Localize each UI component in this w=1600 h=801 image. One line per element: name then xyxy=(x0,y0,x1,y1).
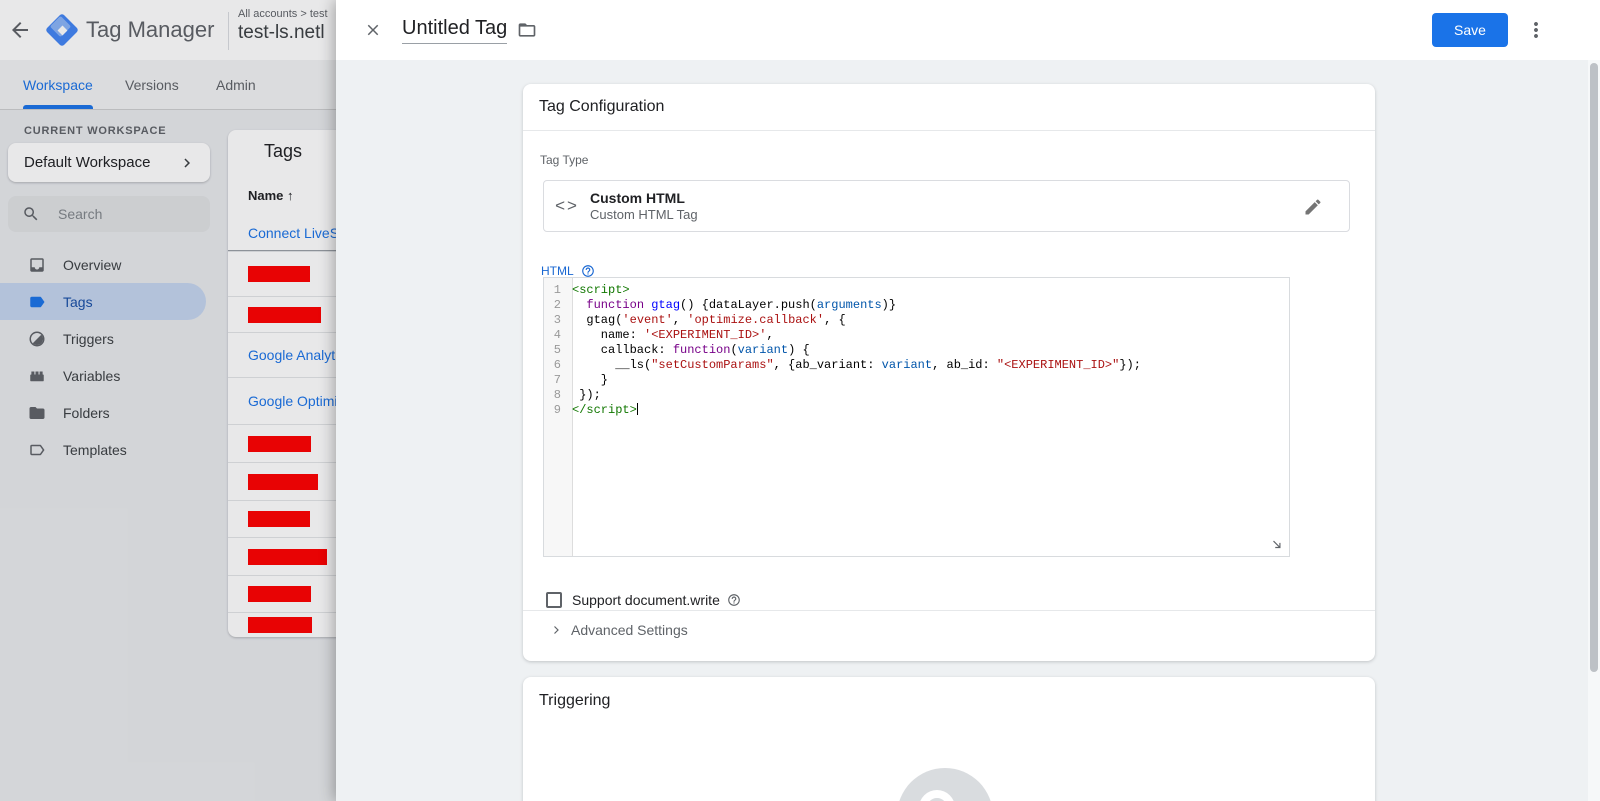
chevron-right-icon xyxy=(550,624,562,636)
tag-editor-header: Untitled Tag Save xyxy=(336,0,1600,60)
code-line: 4 name: '<EXPERIMENT_ID>', xyxy=(553,328,774,342)
help-icon[interactable] xyxy=(727,593,741,607)
help-icon[interactable] xyxy=(581,264,595,278)
code-line: 2 function gtag() {dataLayer.push(argume… xyxy=(553,298,897,312)
scrollbar-thumb[interactable] xyxy=(1590,63,1598,672)
tag-type-name: Custom HTML xyxy=(590,190,685,206)
triggering-card: Triggering xyxy=(523,677,1375,801)
support-document-write-label: Support document.write xyxy=(572,592,720,608)
support-document-write-checkbox[interactable] xyxy=(546,592,562,608)
html-code-editor[interactable]: 1 <script> 2 function gtag() {dataLayer.pu… xyxy=(543,277,1290,557)
advanced-settings-label: Advanced Settings xyxy=(571,622,688,638)
tag-editor-body: Tag Configuration Tag Type <> Custom HTM… xyxy=(336,60,1600,801)
support-document-write-row: Support document.write xyxy=(546,592,741,608)
scrollbar-track[interactable] xyxy=(1588,60,1600,801)
html-field-label: HTML xyxy=(541,264,574,278)
more-options-icon[interactable] xyxy=(1524,18,1548,42)
tag-type-description: Custom HTML Tag xyxy=(590,207,698,222)
code-line: 1 <script> xyxy=(553,283,630,297)
code-line: 6 __ls("setCustomParams", {ab_variant: v… xyxy=(553,358,1141,372)
tag-name-input[interactable]: Untitled Tag xyxy=(402,17,508,44)
triggering-title: Triggering xyxy=(539,691,611,709)
section-divider xyxy=(523,610,1375,611)
trigger-placeholder-icon xyxy=(897,768,993,801)
save-button[interactable]: Save xyxy=(1432,13,1508,47)
resize-handle-icon[interactable] xyxy=(1270,537,1284,551)
code-line: 5 callback: function(variant) { xyxy=(553,343,810,357)
tag-configuration-title: Tag Configuration xyxy=(539,98,665,115)
text-cursor xyxy=(636,403,638,415)
advanced-settings-toggle[interactable]: Advanced Settings xyxy=(550,622,688,638)
triggering-title-row: Triggering xyxy=(523,677,1375,724)
tag-editor-panel: Untitled Tag Save Tag Configuration Tag … xyxy=(336,0,1600,801)
tag-type-selector[interactable]: <> Custom HTML Custom HTML Tag xyxy=(543,180,1350,232)
tag-configuration-card: Tag Configuration Tag Type <> Custom HTM… xyxy=(523,84,1375,661)
code-line: 8 }); xyxy=(553,388,601,402)
tag-type-label: Tag Type xyxy=(540,153,589,167)
folder-icon[interactable] xyxy=(517,20,537,40)
code-line: 9 </script> xyxy=(553,403,638,417)
tag-configuration-title-row: Tag Configuration xyxy=(523,84,1375,131)
html-field-label-row: HTML xyxy=(541,264,595,278)
code-lines: 1 <script> 2 function gtag() {dataLayer.pu… xyxy=(544,283,1289,418)
close-icon[interactable] xyxy=(364,21,382,39)
code-line: 7 } xyxy=(553,373,609,387)
edit-pencil-icon[interactable] xyxy=(1303,197,1323,217)
code-line: 3 gtag('event', 'optimize.callback', { xyxy=(553,313,846,327)
code-brackets-icon: <> xyxy=(555,196,579,215)
